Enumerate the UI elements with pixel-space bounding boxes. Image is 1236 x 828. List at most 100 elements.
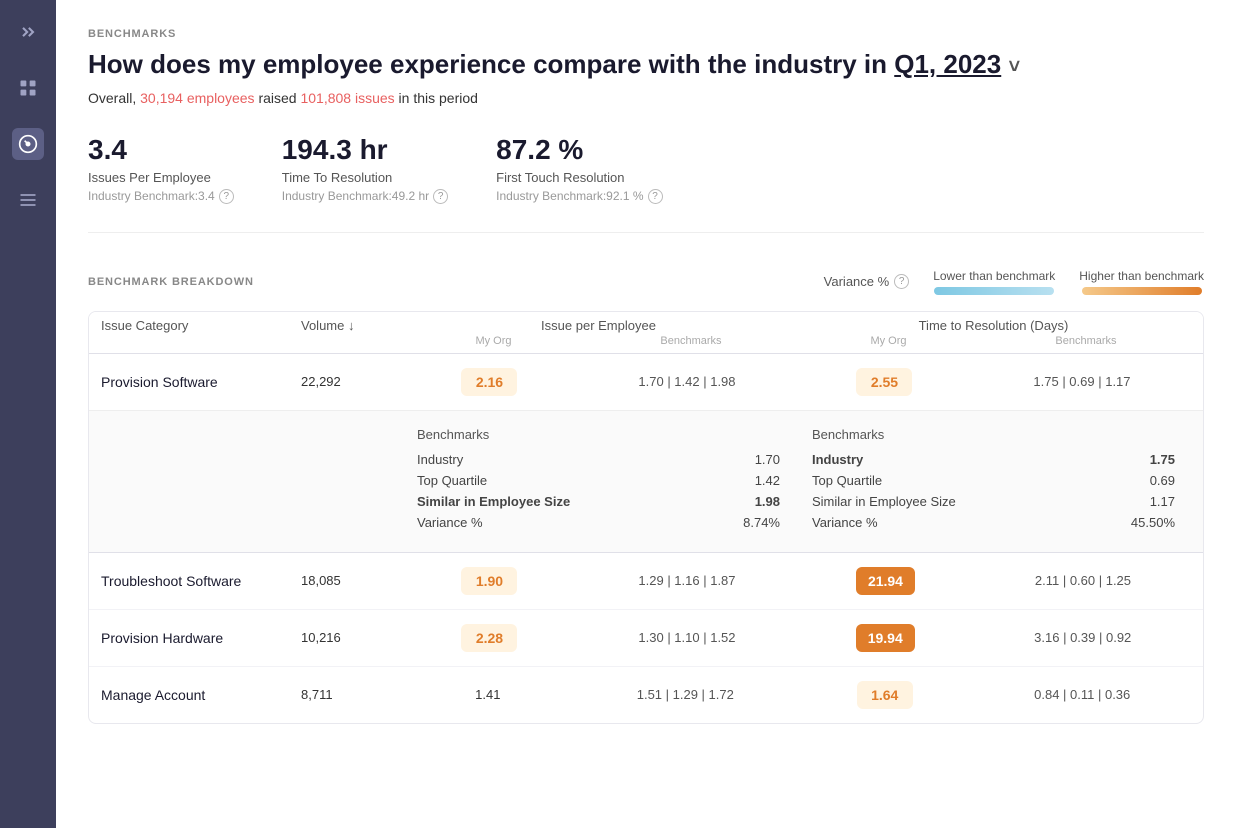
title-prefix: How does my employee experience compare … bbox=[88, 49, 887, 79]
kpi-ttr-label: Time To Resolution bbox=[282, 170, 448, 185]
row-1-volume: 18,085 bbox=[301, 573, 401, 588]
row-3-ipe-bench: 1.51 | 1.29 | 1.72 bbox=[637, 687, 734, 702]
col-header-category: Issue Category bbox=[101, 318, 301, 347]
row-3-ttr-bench: 0.84 | 0.11 | 0.36 bbox=[1034, 687, 1130, 702]
quarter-selector[interactable]: Q1, 2023 bbox=[894, 49, 1001, 79]
kpi-ttr-help-icon[interactable]: ? bbox=[433, 189, 448, 204]
expanded-ipe-topq-label: Top Quartile bbox=[417, 473, 487, 488]
benchmark-table: Issue Category Volume ↓ Issue per Employ… bbox=[88, 311, 1204, 724]
kpi-ipe-value: 3.4 bbox=[88, 134, 234, 166]
row-1-ttr-bench: 2.11 | 0.60 | 1.25 bbox=[1035, 573, 1131, 588]
row-0-ttr-bench: 1.75 | 0.69 | 1.17 bbox=[1033, 374, 1130, 389]
expanded-row-0: Benchmarks Industry 1.70 Top Quartile 1.… bbox=[89, 410, 1203, 553]
row-2-ipe-bench: 1.30 | 1.10 | 1.52 bbox=[638, 630, 735, 645]
row-0-ttr-badge: 2.55 bbox=[856, 368, 912, 396]
expanded-ttr-similar-val: 1.17 bbox=[1150, 494, 1175, 509]
sidebar-icon-gauge[interactable] bbox=[12, 128, 44, 160]
row-2-ttr-bench: 3.16 | 0.39 | 0.92 bbox=[1034, 630, 1131, 645]
subtitle-mid: raised bbox=[258, 90, 300, 106]
expanded-ttr-topq: Top Quartile 0.69 bbox=[812, 473, 1175, 488]
expanded-ttr-industry-val: 1.75 bbox=[1150, 452, 1175, 467]
legend-higher-bar bbox=[1082, 287, 1202, 295]
subtitle-prefix: Overall, bbox=[88, 90, 136, 106]
row-3-ipe-plain: 1.41 bbox=[463, 681, 512, 708]
expanded-empty-vol bbox=[301, 427, 401, 536]
kpi-first-touch: 87.2 % First Touch Resolution Industry B… bbox=[496, 134, 662, 204]
row-0-ipe-badge: 2.16 bbox=[461, 368, 517, 396]
expanded-ipe-variance-val: 8.74% bbox=[743, 515, 780, 530]
kpi-ttr-benchmark-label: Industry Benchmark:49.2 hr bbox=[282, 189, 429, 203]
legend-area: Variance % ? Lower than benchmark Higher… bbox=[824, 269, 1204, 295]
kpi-ipe-benchmark-label: Industry Benchmark:3.4 bbox=[88, 189, 215, 203]
row-0-ttr-group: 2.55 1.75 | 0.69 | 1.17 bbox=[796, 368, 1191, 396]
row-1-ipe-bench: 1.29 | 1.16 | 1.87 bbox=[638, 573, 735, 588]
table-row-1[interactable]: Troubleshoot Software 18,085 1.90 1.29 |… bbox=[89, 553, 1203, 610]
table-header: Issue Category Volume ↓ Issue per Employ… bbox=[89, 312, 1203, 354]
col-header-ttr-subs: My Org Benchmarks bbox=[796, 335, 1191, 347]
kpi-ipe-help-icon[interactable]: ? bbox=[219, 189, 234, 204]
row-1-ipe-badge: 1.90 bbox=[461, 567, 517, 595]
expanded-ipe-industry: Industry 1.70 bbox=[417, 452, 780, 467]
row-3-ttr-group: 1.64 0.84 | 0.11 | 0.36 bbox=[796, 681, 1191, 709]
row-0-ipe-group: 2.16 1.70 | 1.42 | 1.98 bbox=[401, 368, 796, 396]
row-1-category: Troubleshoot Software bbox=[101, 573, 301, 589]
expanded-ttr-industry-label: Industry bbox=[812, 452, 863, 467]
expanded-ipe-industry-val: 1.70 bbox=[755, 452, 780, 467]
page-title: How does my employee experience compare … bbox=[88, 48, 1204, 82]
breakdown-label: BENCHMARK BREAKDOWN bbox=[88, 276, 254, 288]
table-row-0[interactable]: Provision Software 22,292 2.16 1.70 | 1.… bbox=[89, 354, 1203, 410]
row-2-volume: 10,216 bbox=[301, 630, 401, 645]
expanded-ttr-section: Benchmarks Industry 1.75 Top Quartile 0.… bbox=[796, 427, 1191, 536]
kpi-ftr-value: 87.2 % bbox=[496, 134, 662, 166]
row-3-volume: 8,711 bbox=[301, 687, 401, 702]
expanded-ipe-industry-label: Industry bbox=[417, 452, 463, 467]
kpi-ttr-benchmark: Industry Benchmark:49.2 hr ? bbox=[282, 189, 448, 204]
row-2-ipe-group: 2.28 1.30 | 1.10 | 1.52 bbox=[401, 624, 796, 652]
expanded-ttr-topq-val: 0.69 bbox=[1150, 473, 1175, 488]
kpi-ftr-help-icon[interactable]: ? bbox=[648, 189, 663, 204]
subtitle-suffix: in this period bbox=[399, 90, 478, 106]
row-1-ttr-group: 21.94 2.11 | 0.60 | 1.25 bbox=[796, 567, 1191, 595]
kpi-issues-per-employee: 3.4 Issues Per Employee Industry Benchma… bbox=[88, 134, 234, 204]
row-1-ttr-badge: 21.94 bbox=[856, 567, 915, 595]
row-3-ttr-badge: 1.64 bbox=[857, 681, 913, 709]
sidebar-icon-list[interactable] bbox=[12, 184, 44, 216]
expanded-ttr-similar-label: Similar in Employee Size bbox=[812, 494, 956, 509]
expanded-ipe-topq: Top Quartile 1.42 bbox=[417, 473, 780, 488]
ttr-my-org-sub: My Org bbox=[870, 335, 906, 347]
kpi-ipe-benchmark: Industry Benchmark:3.4 ? bbox=[88, 189, 234, 204]
expanded-ttr-topq-label: Top Quartile bbox=[812, 473, 882, 488]
variance-help-icon[interactable]: ? bbox=[894, 274, 909, 289]
legend-higher-label: Higher than benchmark bbox=[1079, 269, 1204, 283]
legend-lower-label: Lower than benchmark bbox=[933, 269, 1055, 283]
expanded-empty-cat bbox=[101, 427, 301, 536]
legend-higher: Higher than benchmark bbox=[1079, 269, 1204, 295]
sidebar-icon-forward[interactable] bbox=[12, 16, 44, 48]
col-header-volume: Volume ↓ bbox=[301, 318, 401, 347]
row-1-ipe-group: 1.90 1.29 | 1.16 | 1.87 bbox=[401, 567, 796, 595]
kpi-ftr-label: First Touch Resolution bbox=[496, 170, 662, 185]
kpi-ipe-label: Issues Per Employee bbox=[88, 170, 234, 185]
legend-lower-bar bbox=[934, 287, 1054, 295]
sidebar-icon-grid[interactable] bbox=[12, 72, 44, 104]
expanded-ttr-industry: Industry 1.75 bbox=[812, 452, 1175, 467]
row-3-category: Manage Account bbox=[101, 687, 301, 703]
row-0-category: Provision Software bbox=[101, 374, 301, 390]
ipe-benchmarks-sub: Benchmarks bbox=[660, 335, 721, 347]
row-2-category: Provision Hardware bbox=[101, 630, 301, 646]
ttr-benchmarks-sub: Benchmarks bbox=[1055, 335, 1116, 347]
table-row-2[interactable]: Provision Hardware 10,216 2.28 1.30 | 1.… bbox=[89, 610, 1203, 667]
expanded-ipe-similar: Similar in Employee Size 1.98 bbox=[417, 494, 780, 509]
kpi-ftr-benchmark: Industry Benchmark:92.1 % ? bbox=[496, 189, 662, 204]
expanded-ipe-title: Benchmarks bbox=[417, 427, 780, 442]
row-3-ipe-group: 1.41 1.51 | 1.29 | 1.72 bbox=[401, 681, 796, 708]
expanded-ttr-title: Benchmarks bbox=[812, 427, 1175, 442]
ipe-my-org-sub: My Org bbox=[475, 335, 511, 347]
section-label: BENCHMARKS bbox=[88, 28, 1204, 40]
expanded-ttr-variance-label: Variance % bbox=[812, 515, 878, 530]
table-row-3[interactable]: Manage Account 8,711 1.41 1.51 | 1.29 | … bbox=[89, 667, 1203, 723]
quarter-dropdown-icon[interactable]: ˅ bbox=[1008, 56, 1020, 78]
expanded-ipe-variance: Variance % 8.74% bbox=[417, 515, 780, 530]
breakdown-header: BENCHMARK BREAKDOWN Variance % ? Lower t… bbox=[88, 269, 1204, 295]
kpi-time-to-resolution: 194.3 hr Time To Resolution Industry Ben… bbox=[282, 134, 448, 204]
